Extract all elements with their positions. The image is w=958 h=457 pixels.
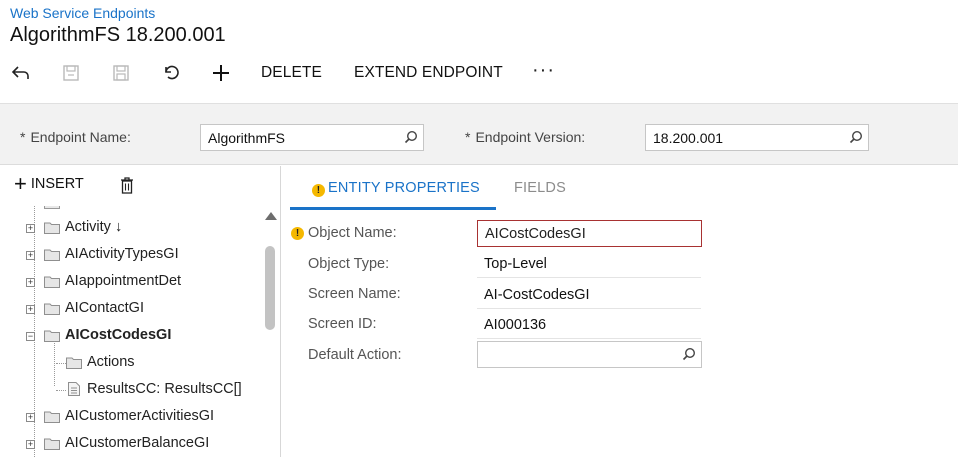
tab-label: ENTITY PROPERTIES bbox=[328, 180, 480, 196]
folder-icon bbox=[44, 221, 60, 238]
folder-icon bbox=[44, 329, 60, 346]
tree-item-label: AICustomerBalanceGI bbox=[65, 435, 210, 451]
breadcrumb[interactable]: Web Service Endpoints bbox=[10, 5, 155, 21]
extend-endpoint-button[interactable]: EXTEND ENDPOINT bbox=[354, 64, 503, 82]
tree-item[interactable]: + AICustomerActivitiesGI bbox=[0, 404, 262, 431]
tree-item[interactable]: + AIActivityTypesGI bbox=[0, 242, 262, 269]
default-action-field[interactable] bbox=[477, 341, 702, 368]
folder-icon bbox=[44, 275, 60, 292]
field-divider bbox=[477, 338, 701, 339]
tab-entity-properties[interactable]: ! ENTITY PROPERTIES bbox=[312, 180, 480, 197]
tab-fields[interactable]: FIELDS bbox=[514, 180, 566, 196]
page-title: AlgorithmFS 18.200.001 bbox=[10, 24, 226, 46]
screen-id-label: Screen ID: bbox=[308, 316, 377, 332]
insert-label: INSERT bbox=[30, 176, 84, 192]
folder-icon bbox=[44, 302, 60, 319]
endpoint-version-label: * Endpoint Version: bbox=[465, 129, 585, 145]
scroll-thumb[interactable] bbox=[265, 246, 275, 330]
endpoint-name-label: * Endpoint Name: bbox=[20, 129, 131, 145]
entity-tree-pane: + INSERT + Activity ↓ + AIActivityTypesG… bbox=[0, 166, 281, 457]
expand-icon[interactable]: + bbox=[26, 278, 35, 287]
tree-item-label: AIappointmentDet bbox=[65, 273, 182, 289]
tree-item-label: AIActivityTypesGI bbox=[65, 246, 179, 262]
endpoint-version-value: 18.200.001 bbox=[653, 130, 724, 146]
expand-icon[interactable]: + bbox=[26, 440, 35, 449]
required-mark: * bbox=[465, 129, 471, 145]
expand-icon[interactable]: + bbox=[26, 224, 35, 233]
expand-icon[interactable]: + bbox=[26, 305, 35, 314]
field-divider bbox=[477, 308, 701, 309]
save-close-icon[interactable] bbox=[59, 61, 83, 85]
object-name-label: Object Name: bbox=[308, 225, 397, 241]
clipped-tree-row bbox=[32, 206, 262, 208]
delete-button[interactable]: DELETE bbox=[261, 64, 322, 82]
more-menu-button[interactable]: ··· bbox=[532, 59, 555, 82]
tree-item-label: AICustomerActivitiesGI bbox=[65, 408, 215, 424]
warning-icon: ! bbox=[312, 184, 325, 197]
insert-button[interactable]: + INSERT bbox=[14, 171, 84, 196]
default-action-label: Default Action: bbox=[308, 347, 402, 363]
object-name-input[interactable]: AICostCodesGI bbox=[477, 220, 702, 247]
object-type-label: Object Type: bbox=[308, 256, 390, 272]
tree-item[interactable]: + AICustomerBalanceGI bbox=[0, 431, 262, 457]
endpoint-name-value: AlgorithmFS bbox=[208, 130, 286, 146]
screen-name-label: Screen Name: bbox=[308, 286, 401, 302]
warning-icon: ! bbox=[291, 227, 304, 240]
plus-icon[interactable] bbox=[209, 61, 233, 85]
tab-bar: ! ENTITY PROPERTIES FIELDS bbox=[287, 166, 958, 211]
endpoint-version-label-text: Endpoint Version: bbox=[475, 129, 586, 145]
endpoint-version-field[interactable]: 18.200.001 bbox=[645, 124, 869, 151]
tree-item-label: ResultsCC: ResultsCC[] bbox=[87, 381, 242, 397]
active-tab-indicator bbox=[290, 207, 496, 210]
tree-item[interactable]: Actions bbox=[0, 350, 262, 377]
tree-item-label: AIContactGI bbox=[65, 300, 144, 316]
folder-icon bbox=[44, 437, 60, 454]
document-icon bbox=[68, 382, 80, 400]
tree-item[interactable]: + Activity ↓ bbox=[0, 215, 262, 242]
endpoint-name-label-text: Endpoint Name: bbox=[30, 129, 131, 145]
undo-icon[interactable] bbox=[159, 61, 183, 85]
back-arrow-icon[interactable] bbox=[9, 61, 33, 85]
field-divider bbox=[477, 277, 701, 278]
endpoint-name-field[interactable]: AlgorithmFS bbox=[200, 124, 424, 151]
tree-item[interactable]: ResultsCC: ResultsCC[] bbox=[0, 377, 262, 404]
tree-item-selected[interactable]: − AICostCodesGI bbox=[0, 323, 262, 350]
tree-item-label: AICostCodesGI bbox=[65, 327, 172, 343]
tree-item-label: Activity ↓ bbox=[65, 219, 123, 235]
tree-toolbar: + INSERT bbox=[0, 166, 280, 206]
trash-icon[interactable] bbox=[120, 177, 134, 199]
collapse-icon[interactable]: − bbox=[26, 332, 35, 341]
screen-id-value: AI000136 bbox=[484, 317, 547, 333]
search-icon[interactable] bbox=[404, 130, 418, 147]
main-toolbar: DELETE EXTEND ENDPOINT ··· bbox=[0, 58, 958, 88]
search-icon[interactable] bbox=[682, 347, 696, 365]
object-name-value: AICostCodesGI bbox=[485, 226, 586, 242]
object-type-value: Top-Level bbox=[484, 256, 547, 272]
endpoint-form: * Endpoint Name: AlgorithmFS * Endpoint Ve… bbox=[0, 103, 958, 165]
save-icon[interactable] bbox=[109, 61, 133, 85]
folder-icon bbox=[44, 248, 60, 265]
folder-icon bbox=[66, 356, 82, 373]
entity-details-pane: ! ENTITY PROPERTIES FIELDS ! Object Name:… bbox=[287, 166, 958, 457]
plus-icon: + bbox=[14, 171, 27, 196]
screen-name-value: AI-CostCodesGI bbox=[484, 287, 590, 303]
tree-item[interactable]: + AIappointmentDet bbox=[0, 269, 262, 296]
tree-scrollbar[interactable] bbox=[263, 206, 277, 457]
scroll-up-icon[interactable] bbox=[265, 212, 277, 220]
expand-icon[interactable]: + bbox=[26, 413, 35, 422]
required-mark: * bbox=[20, 129, 26, 145]
tree-item[interactable]: + AIContactGI bbox=[0, 296, 262, 323]
tree-item-label: Actions bbox=[87, 354, 135, 370]
folder-icon bbox=[44, 410, 60, 427]
entity-tree: + Activity ↓ + AIActivityTypesGI + AIapp… bbox=[0, 206, 262, 457]
expand-icon[interactable]: + bbox=[26, 251, 35, 260]
search-icon[interactable] bbox=[849, 130, 863, 147]
